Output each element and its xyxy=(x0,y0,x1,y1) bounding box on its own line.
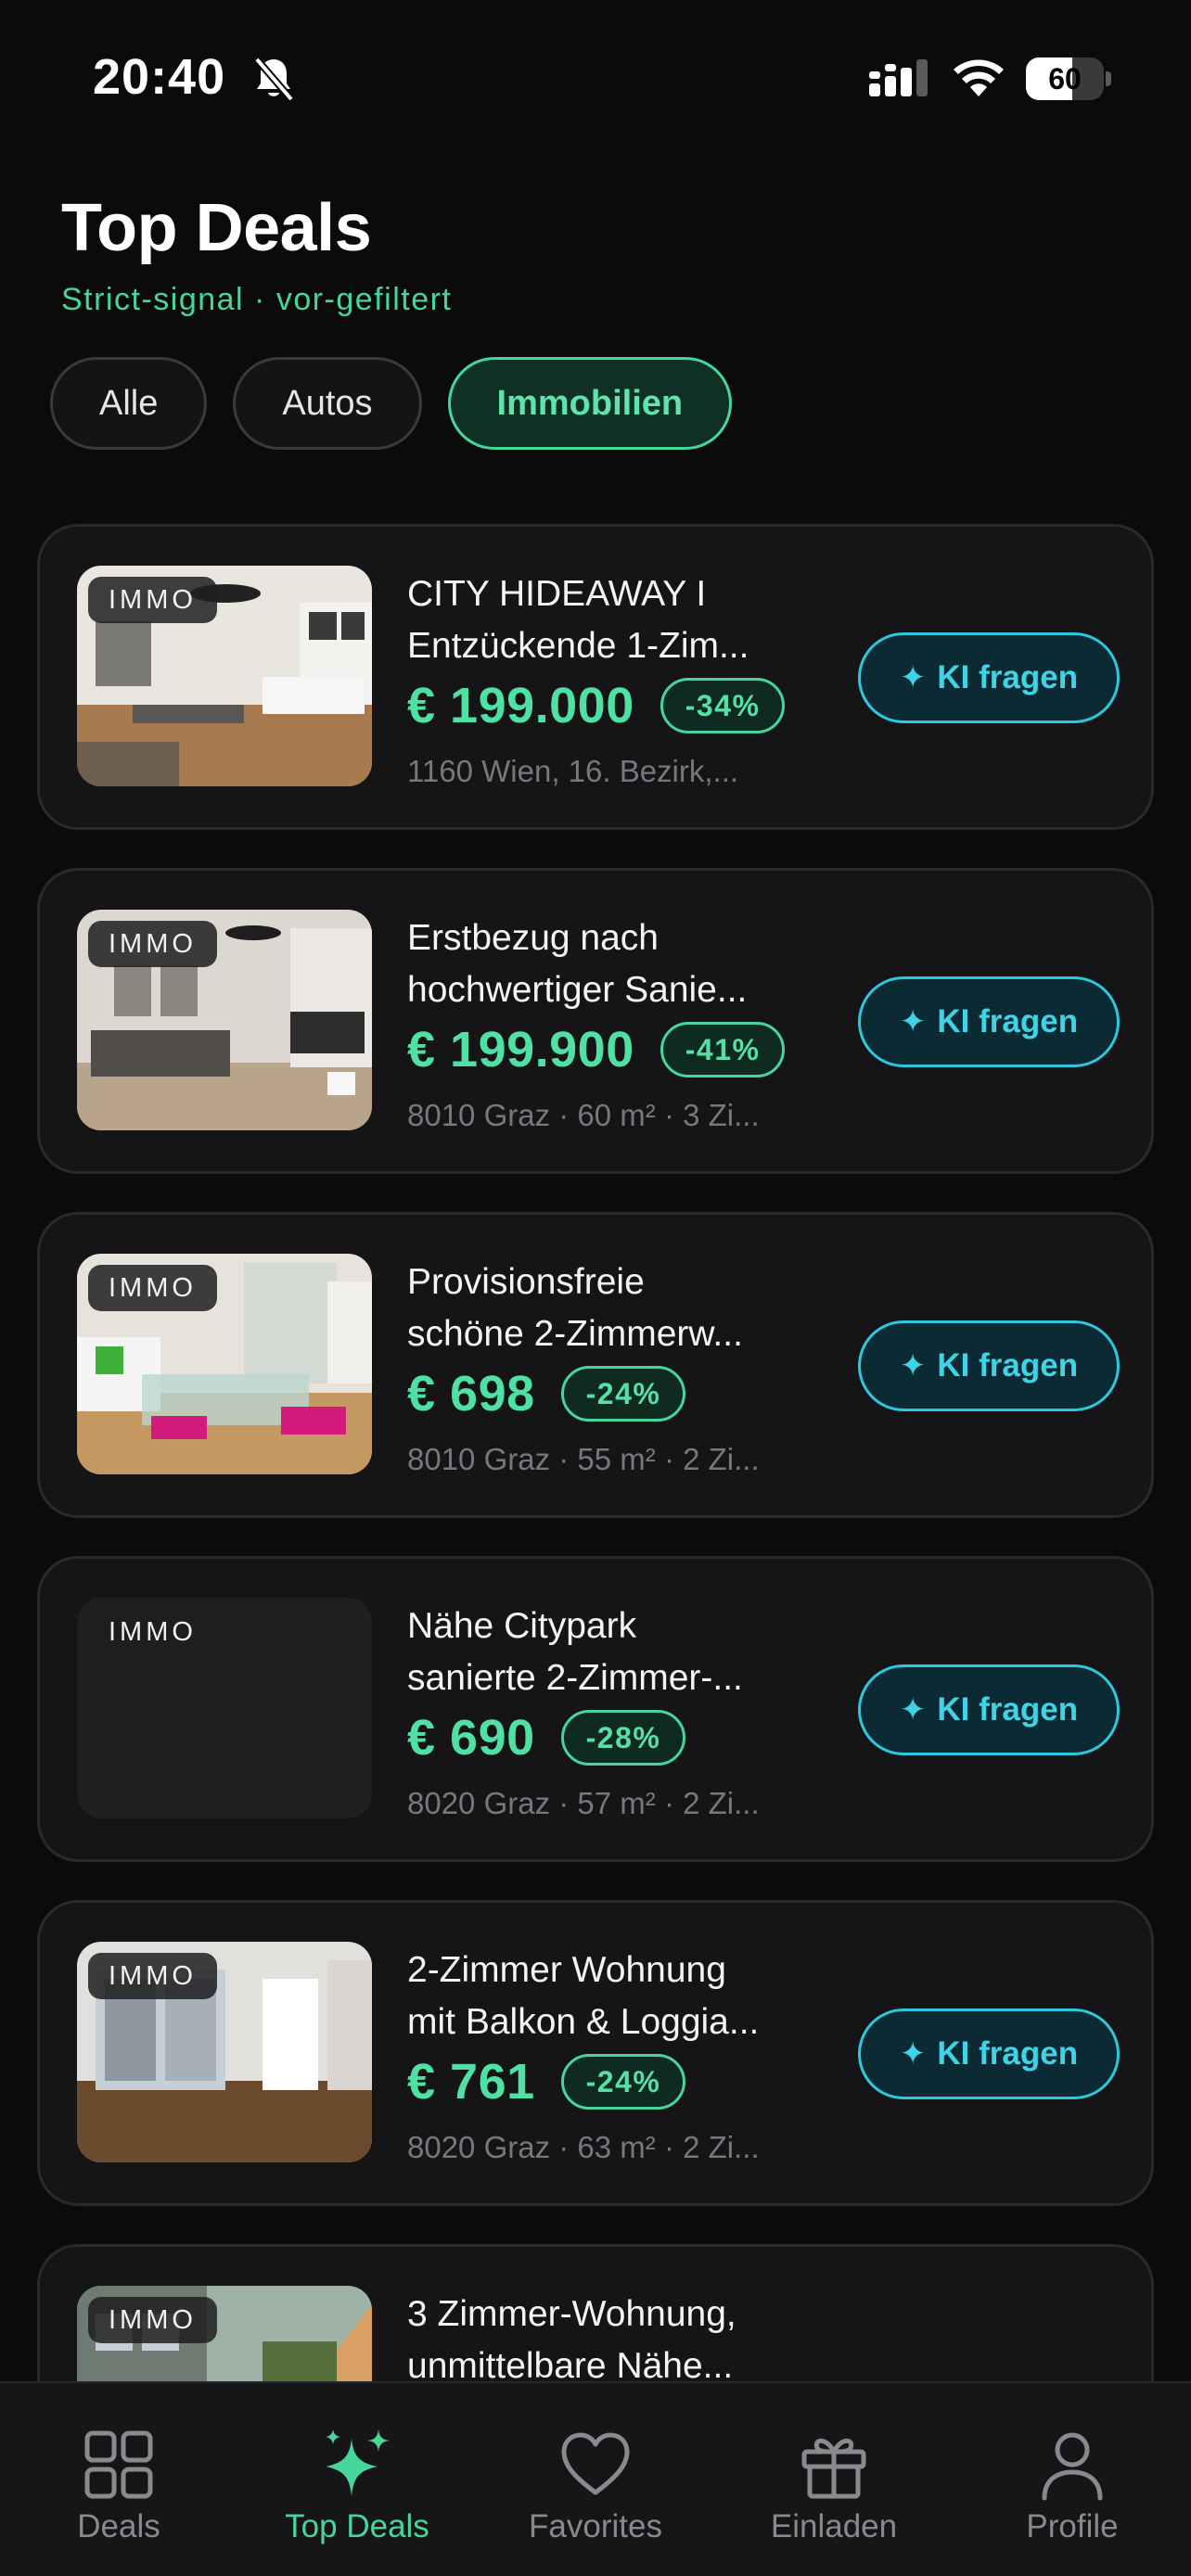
deal-image: IMMO xyxy=(77,566,372,786)
deal-title: 3 Zimmer-Wohnung, unmittelbare Nähe... xyxy=(407,2294,736,2386)
category-badge: IMMO xyxy=(88,1609,217,1655)
deal-location: 1160 Wien, 16. Bezirk,... xyxy=(407,754,739,788)
deal-price: € 199.900 xyxy=(407,1022,634,1078)
sparkle-icon: ✦ xyxy=(899,1348,927,1384)
sparkle-icon: ✦ xyxy=(899,2036,927,2072)
discount-badge: -24% xyxy=(560,1366,686,1422)
tab-label: Top Deals xyxy=(285,2508,429,2544)
filter-chip-alle[interactable]: Alle xyxy=(50,357,208,450)
page-subtitle: Strict-signal · vor-gefiltert xyxy=(61,282,453,317)
tab-bar: Deals Top Deals Favorites Einladen Profi… xyxy=(0,2381,1191,2576)
battery-indicator: 60 xyxy=(1026,57,1111,100)
discount-badge: -34% xyxy=(660,678,786,733)
deal-card[interactable]: IMMO Nähe Citypark sanierte 2-Zimmer-...… xyxy=(37,1556,1154,1862)
discount-badge: -24% xyxy=(560,2054,686,2110)
price-row: € 698 -24% xyxy=(407,1365,686,1422)
filter-chips: Alle Autos Immobilien xyxy=(50,357,733,450)
category-badge: IMMO xyxy=(88,1265,217,1311)
price-row: € 199.000 -34% xyxy=(407,677,786,734)
filter-chip-immobilien[interactable]: Immobilien xyxy=(447,357,733,450)
ki-fragen-button[interactable]: ✦ KI fragen xyxy=(858,2009,1120,2099)
deal-title: Erstbezug nach hochwertiger Sanie... xyxy=(407,918,748,1010)
deal-image: IMMO xyxy=(77,1942,372,2162)
deal-location: 8020 Graz · 57 m² · 2 Zi... xyxy=(407,1786,760,1820)
category-badge: IMMO xyxy=(88,921,217,967)
page-title: Top Deals xyxy=(61,191,372,265)
filter-chip-autos[interactable]: Autos xyxy=(233,357,422,450)
deal-image-placeholder: IMMO xyxy=(77,1598,372,1818)
tab-favorites[interactable]: Favorites xyxy=(493,2383,698,2576)
sparkle-icon: ✦ xyxy=(899,660,927,695)
deal-price: € 698 xyxy=(407,1366,535,1422)
tab-label: Deals xyxy=(77,2508,160,2544)
deal-card[interactable]: IMMO Provisionsfreie schöne 2-Zimmerw...… xyxy=(37,1212,1154,1518)
deal-title: Nähe Citypark sanierte 2-Zimmer-... xyxy=(407,1606,743,1698)
status-bar: 20:40 60 xyxy=(0,0,1191,158)
deal-image: IMMO xyxy=(77,910,372,1130)
sparkles-icon xyxy=(326,2429,390,2496)
deal-card[interactable]: IMMO Erstbezug nach hochwertiger Sanie..… xyxy=(37,868,1154,1174)
deal-title: CITY HIDEAWAY I Entzückende 1-Zim... xyxy=(407,574,749,666)
gift-icon xyxy=(801,2438,866,2499)
tab-top-deals[interactable]: Top Deals xyxy=(255,2383,459,2576)
tab-deals[interactable]: Deals xyxy=(17,2383,221,2576)
ki-fragen-button[interactable]: ✦ KI fragen xyxy=(858,976,1120,1067)
discount-badge: -41% xyxy=(660,1022,786,1078)
grid-icon xyxy=(84,2430,153,2499)
tab-label: Profile xyxy=(1026,2508,1119,2544)
deal-card[interactable]: IMMO 2-Zimmer Wohnung mit Balkon & Loggi… xyxy=(37,1900,1154,2206)
ki-fragen-button[interactable]: ✦ KI fragen xyxy=(858,1320,1120,1411)
app-screen: 20:40 60 Top Deals Strict-signal · vor-g… xyxy=(0,0,1191,2576)
category-badge: IMMO xyxy=(88,577,217,623)
deal-price: € 199.000 xyxy=(407,678,634,733)
price-row: € 761 -24% xyxy=(407,2053,686,2111)
deal-price: € 690 xyxy=(407,1710,535,1766)
bell-slash-icon xyxy=(253,57,295,102)
discount-badge: -28% xyxy=(560,1710,686,1766)
battery-percent: 60 xyxy=(1048,62,1082,96)
deal-location: 8020 Graz · 63 m² · 2 Zi... xyxy=(407,2130,760,2164)
ki-fragen-button[interactable]: ✦ KI fragen xyxy=(858,632,1120,723)
deal-location: 8010 Graz · 55 m² · 2 Zi... xyxy=(407,1442,760,1476)
status-time: 20:40 xyxy=(93,49,226,105)
sparkle-icon: ✦ xyxy=(899,1692,927,1728)
tab-profile[interactable]: Profile xyxy=(970,2383,1174,2576)
heart-icon xyxy=(561,2432,630,2495)
price-row: € 199.900 -41% xyxy=(407,1021,786,1078)
wifi-icon xyxy=(954,59,1004,96)
tab-einladen[interactable]: Einladen xyxy=(732,2383,936,2576)
deal-title: 2-Zimmer Wohnung mit Balkon & Loggia... xyxy=(407,1950,760,2042)
deal-price: € 761 xyxy=(407,2054,535,2110)
deal-image: IMMO xyxy=(77,1254,372,1474)
cellular-signal-icon xyxy=(869,59,928,96)
tab-label: Einladen xyxy=(770,2508,898,2544)
deal-location: 8010 Graz · 60 m² · 3 Zi... xyxy=(407,1098,760,1132)
sparkle-icon: ✦ xyxy=(899,1004,927,1039)
deal-card[interactable]: IMMO CITY HIDEAWAY I Entzückende 1-Zim..… xyxy=(37,524,1154,830)
category-badge: IMMO xyxy=(88,1953,217,1999)
deal-title: Provisionsfreie schöne 2-Zimmerw... xyxy=(407,1262,743,1354)
price-row: € 690 -28% xyxy=(407,1709,686,1766)
category-badge: IMMO xyxy=(88,2297,217,2343)
tab-label: Favorites xyxy=(529,2508,662,2544)
ki-fragen-button[interactable]: ✦ KI fragen xyxy=(858,1664,1120,1755)
person-icon xyxy=(1042,2432,1103,2501)
